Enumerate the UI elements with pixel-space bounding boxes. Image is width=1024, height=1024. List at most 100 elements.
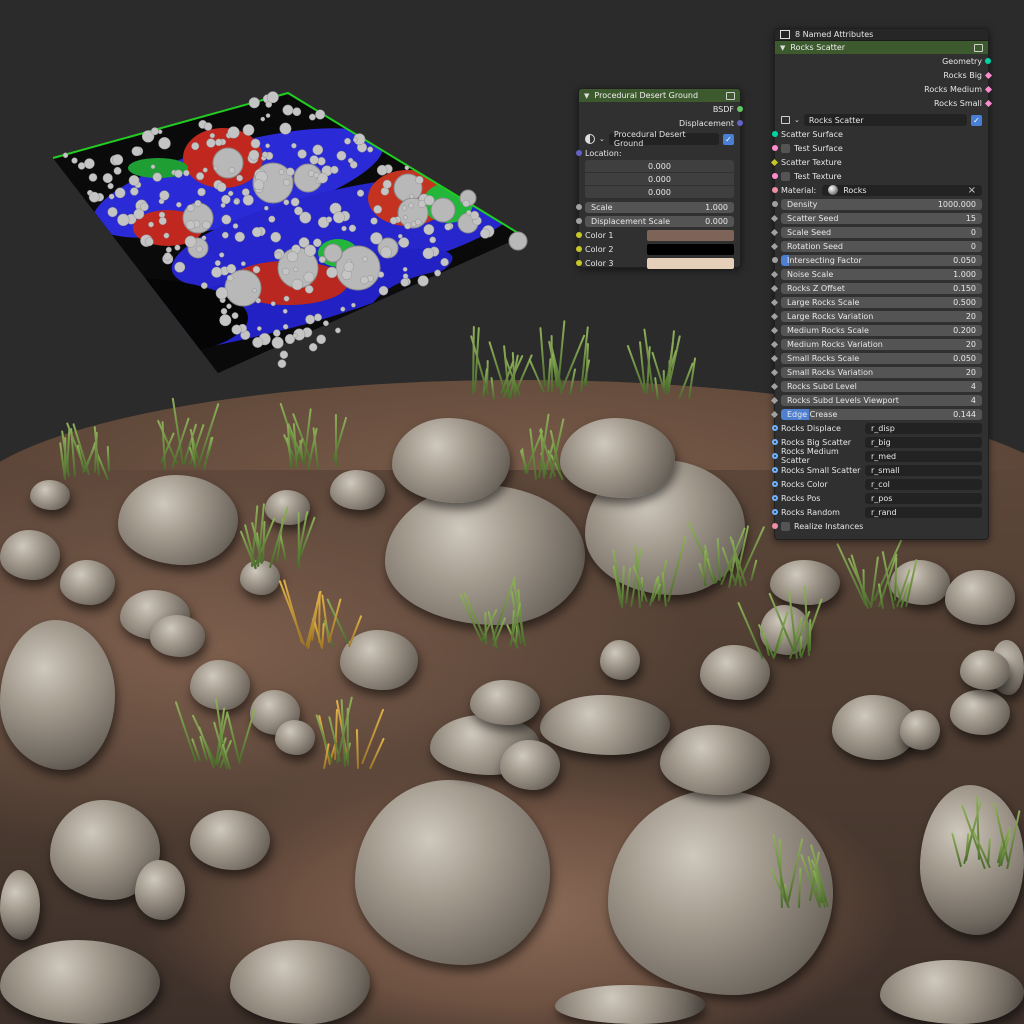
input-socket-icon[interactable] xyxy=(770,158,779,166)
param-field[interactable]: Small Rocks Scale 0.050 xyxy=(781,352,982,364)
param-socket-icon[interactable] xyxy=(770,284,779,292)
desert-ground-node[interactable]: ▼ Procedural Desert Ground BSDF Displace… xyxy=(576,88,743,269)
color-socket-icon[interactable] xyxy=(576,232,582,238)
close-icon[interactable]: × xyxy=(968,185,976,196)
param-socket-icon[interactable] xyxy=(770,326,779,334)
preview-rock xyxy=(251,227,263,238)
param-socket-icon[interactable] xyxy=(770,298,779,306)
param-socket-icon[interactable] xyxy=(770,340,779,348)
named-attribute-value[interactable]: r_col xyxy=(865,478,982,490)
preview-rock xyxy=(183,169,190,177)
dropdown-arrow-icon[interactable]: ⌄ xyxy=(599,135,605,143)
named-attribute-value[interactable]: r_disp xyxy=(865,422,982,434)
named-attribute-value[interactable]: r_big xyxy=(865,436,982,448)
material-field[interactable]: Rocks × xyxy=(822,184,982,196)
param-field[interactable]: Medium Rocks Variation 20 xyxy=(781,338,982,350)
location-y[interactable]: 0.000 xyxy=(585,173,734,185)
param-field[interactable]: Small Rocks Variation 20 xyxy=(781,366,982,378)
preview-rock xyxy=(107,207,118,218)
preview-rock xyxy=(221,214,232,225)
color-socket-icon[interactable] xyxy=(576,260,582,266)
param-socket-icon[interactable] xyxy=(770,368,779,376)
group-selector[interactable]: Rocks Scatter xyxy=(803,114,967,126)
named-attribute-value[interactable]: r_small xyxy=(865,464,982,476)
param-field[interactable]: Rotation Seed 0 xyxy=(781,240,982,252)
param-field[interactable]: Medium Rocks Scale 0.200 xyxy=(781,324,982,336)
realize-instances-socket-icon[interactable] xyxy=(772,523,778,529)
named-attribute-value[interactable]: r_pos xyxy=(865,492,982,504)
bsdf-socket-icon[interactable] xyxy=(737,106,743,112)
material-selector[interactable]: Procedural Desert Ground xyxy=(608,130,719,148)
node-preview-icon[interactable] xyxy=(974,43,983,52)
input-socket-icon[interactable] xyxy=(772,173,778,179)
material-socket-icon[interactable] xyxy=(772,187,778,193)
string-socket-icon[interactable] xyxy=(772,481,778,487)
rock xyxy=(150,615,205,657)
param-value: 20 xyxy=(965,311,976,321)
param-field[interactable]: Scale Seed 0 xyxy=(781,226,982,238)
param-socket-icon[interactable] xyxy=(770,382,779,390)
param-field[interactable]: Rocks Z Offset 0.150 xyxy=(781,282,982,294)
param-field[interactable]: Large Rocks Scale 0.500 xyxy=(781,296,982,308)
param-socket-icon[interactable] xyxy=(770,410,779,418)
string-socket-icon[interactable] xyxy=(772,425,778,431)
named-attribute-value[interactable]: r_rand xyxy=(865,506,982,518)
rock xyxy=(500,740,560,790)
rocks-scatter-node[interactable]: 8 Named Attributes ▼ Rocks Scatter Geome… xyxy=(770,28,993,540)
param-field[interactable]: Intersecting Factor 0.050 xyxy=(781,254,982,266)
input-socket-icon[interactable] xyxy=(772,145,778,151)
string-socket-icon[interactable] xyxy=(772,495,778,501)
color-swatch[interactable] xyxy=(647,243,734,255)
color-socket-icon[interactable] xyxy=(576,246,582,252)
fake-user-shield-icon[interactable]: ✓ xyxy=(971,114,982,126)
param-socket-icon[interactable] xyxy=(772,257,778,263)
scale-socket-icon[interactable] xyxy=(576,204,582,210)
realize-instances-checkbox[interactable] xyxy=(781,521,790,531)
collapse-chevron-icon[interactable]: ▼ xyxy=(780,44,785,52)
displacement-scale-socket-icon[interactable] xyxy=(576,218,582,224)
param-socket-icon[interactable] xyxy=(770,354,779,362)
param-field[interactable]: Density 1000.000 xyxy=(781,198,982,210)
collapse-chevron-icon[interactable]: ▼ xyxy=(584,92,589,100)
named-attributes-header[interactable]: 8 Named Attributes xyxy=(775,29,988,41)
input-checkbox[interactable] xyxy=(781,171,790,181)
param-field[interactable]: Rocks Subd Levels Viewport 4 xyxy=(781,394,982,406)
string-socket-icon[interactable] xyxy=(772,509,778,515)
param-socket-icon[interactable] xyxy=(772,201,778,207)
displacement-socket-icon[interactable] xyxy=(737,120,743,126)
dropdown-arrow-icon[interactable]: ⌄ xyxy=(794,116,800,124)
rocks-node-header[interactable]: ▼ Rocks Scatter xyxy=(775,41,988,54)
scale-field[interactable]: Scale 1.000 xyxy=(585,201,734,213)
param-socket-icon[interactable] xyxy=(770,242,779,250)
param-value: 0.144 xyxy=(953,409,976,419)
param-field[interactable]: Scatter Seed 15 xyxy=(781,212,982,224)
material-type-icon[interactable] xyxy=(585,134,595,144)
param-socket-icon[interactable] xyxy=(770,228,779,236)
param-socket-icon[interactable] xyxy=(770,396,779,404)
string-socket-icon[interactable] xyxy=(772,467,778,473)
input-socket-icon[interactable] xyxy=(772,131,778,137)
param-socket-icon[interactable] xyxy=(770,270,779,278)
string-socket-icon[interactable] xyxy=(772,439,778,445)
displacement-scale-field[interactable]: Displacement Scale 0.000 xyxy=(585,215,734,227)
param-socket-icon[interactable] xyxy=(770,214,779,222)
location-z[interactable]: 0.000 xyxy=(585,186,734,198)
param-socket-icon[interactable] xyxy=(770,312,779,320)
preview-rock xyxy=(270,231,282,243)
fake-user-shield-icon[interactable]: ✓ xyxy=(723,133,734,145)
location-socket-icon[interactable] xyxy=(576,150,582,156)
param-field[interactable]: Edge Crease 0.144 xyxy=(781,408,982,420)
param-field[interactable]: Rocks Subd Level 4 xyxy=(781,380,982,392)
desert-node-header[interactable]: ▼ Procedural Desert Ground xyxy=(579,89,740,102)
node-preview-icon[interactable] xyxy=(726,91,735,100)
node-group-icon[interactable] xyxy=(781,116,790,124)
output-socket-icon[interactable] xyxy=(985,58,991,64)
named-attribute-value[interactable]: r_med xyxy=(865,450,982,462)
location-x[interactable]: 0.000 xyxy=(585,160,734,172)
param-field[interactable]: Noise Scale 1.000 xyxy=(781,268,982,280)
color-swatch[interactable] xyxy=(647,229,734,241)
input-checkbox[interactable] xyxy=(781,143,790,153)
string-socket-icon[interactable] xyxy=(772,453,778,459)
param-field[interactable]: Large Rocks Variation 20 xyxy=(781,310,982,322)
color-swatch[interactable] xyxy=(647,257,734,269)
